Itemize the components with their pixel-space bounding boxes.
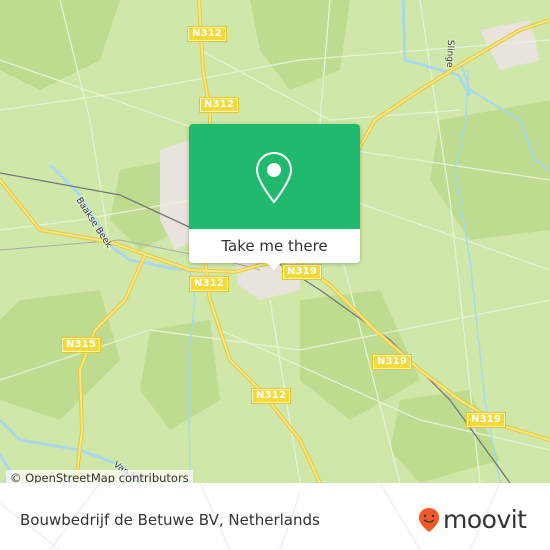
- moovit-logo[interactable]: moovit: [418, 505, 527, 534]
- map-pin-icon: [255, 151, 293, 204]
- road-shield-n319: N319: [283, 265, 322, 279]
- road-shield-n319: N319: [373, 355, 412, 369]
- road-shield-n315: N315: [62, 338, 101, 352]
- road-shield-n319: N319: [467, 413, 506, 427]
- footer-bar: Bouwbedrijf de Betuwe BV, Netherlands mo…: [0, 483, 550, 550]
- road-shield-n312: N312: [190, 277, 229, 291]
- brand-name: moovit: [443, 505, 527, 534]
- popup-header: [189, 124, 360, 229]
- road-shield-n312: N312: [188, 27, 227, 41]
- place-name: Bouwbedrijf de Betuwe BV, Netherlands: [20, 511, 320, 529]
- popup-tail: [267, 263, 281, 270]
- take-me-there-button[interactable]: Take me there: [189, 229, 360, 263]
- map-attribution[interactable]: © OpenStreetMap contributors: [6, 470, 193, 483]
- road-shield-n312: N312: [252, 389, 291, 403]
- moovit-smiley-pin-icon: [419, 507, 439, 532]
- waterway-label-slinge: Slinge: [444, 39, 455, 68]
- map-canvas[interactable]: N312 N312 N312 N312 N319 N319 N319 N315 …: [0, 0, 550, 483]
- location-popup: Take me there: [189, 124, 360, 270]
- road-shield-n312: N312: [200, 98, 239, 112]
